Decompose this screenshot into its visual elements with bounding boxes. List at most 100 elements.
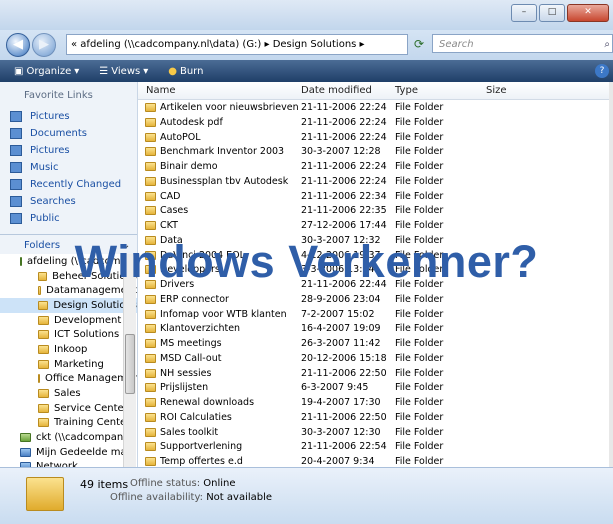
table-row[interactable]: Supportverlening 21-11-2006 22:54 File Fol… (138, 439, 613, 454)
offline-status-label: Offline status: (130, 478, 201, 489)
column-date-modified[interactable]: Date modified (301, 85, 372, 96)
folder-icon (145, 427, 156, 437)
details-pane: 49 items Offline status: Online Offline … (0, 467, 613, 524)
file-date: 21-11-2006 22:35 (301, 205, 387, 217)
table-row[interactable]: Klantoverzichten 16-4-2007 19:09 File Fold… (138, 321, 613, 336)
favorite-link[interactable]: Pictures (6, 108, 121, 125)
back-button[interactable]: ◀ (6, 33, 30, 57)
favorite-link[interactable]: Music (6, 159, 121, 176)
organize-icon: ▣ (14, 65, 24, 77)
table-row[interactable]: ROI Calculaties 21-11-2006 22:50 File Fold… (138, 410, 613, 425)
folder-icon (145, 162, 156, 171)
minimize-button[interactable]: – (511, 4, 537, 22)
table-row[interactable]: MSD Call-out 20-12-2006 15:18 File Folder (138, 351, 613, 366)
close-button[interactable]: ✕ (567, 4, 609, 22)
file-type: File Folder (395, 116, 444, 128)
file-type: File Folder (395, 205, 444, 217)
forward-button[interactable]: ▶ (32, 33, 56, 57)
file-date: 21-11-2006 22:24 (301, 116, 387, 128)
offline-availability-label: Offline availability: (110, 492, 204, 503)
table-row[interactable]: Renewal downloads 19-4-2007 17:30 File Fol… (138, 395, 613, 410)
tree-item[interactable]: Mijn Gedeelde ma (0, 445, 137, 460)
table-row[interactable]: Cases 21-11-2006 22:35 File Folder (138, 203, 613, 218)
table-row[interactable]: ERP connector 28-9-2006 23:04 File Folder (138, 292, 613, 307)
column-size[interactable]: Size (486, 85, 507, 96)
tree-item[interactable]: Network (0, 460, 137, 467)
file-date: 21-11-2006 22:24 (301, 102, 387, 113)
favorite-icon (10, 145, 22, 156)
favorite-link[interactable]: Searches (6, 193, 121, 210)
tree-item[interactable]: Service Center (0, 401, 137, 416)
folder-icon (145, 457, 156, 466)
file-name: Benchmark Inventor 2003 (160, 146, 285, 158)
table-row[interactable]: MS meetings 26-3-2007 11:42 File Folder (138, 336, 613, 351)
tree-item[interactable]: Marketing (0, 357, 137, 372)
network-icon (20, 447, 31, 457)
offline-status: Offline status: Online (130, 478, 236, 489)
scrollbar-thumb[interactable] (125, 334, 135, 394)
table-row[interactable]: Binair demo 21-11-2006 22:24 File Folder (138, 159, 613, 174)
table-row[interactable]: CAD 21-11-2006 22:34 File Folder (138, 189, 613, 204)
folder-icon (145, 412, 156, 422)
table-row[interactable]: Benchmark Inventor 2003 30-3-2007 12:28 Fi… (138, 144, 613, 159)
folder-icon (145, 117, 156, 127)
folder-icon (38, 330, 49, 340)
help-icon[interactable]: ? (595, 64, 609, 78)
file-type: File Folder (395, 293, 444, 305)
favorite-icon (10, 128, 22, 139)
table-row[interactable]: Autodesk pdf 21-11-2006 22:24 File Folder (138, 115, 613, 130)
tree-item[interactable]: Office Management (0, 372, 137, 387)
table-row[interactable]: Artikelen voor nieuwsbrieven 21-11-2006 2… (138, 100, 613, 115)
file-date: 16-4-2007 19:09 (301, 323, 381, 335)
search-input[interactable]: Search ⌕ (432, 34, 613, 53)
file-name: CAD (160, 190, 181, 202)
folder-icon (145, 324, 156, 334)
file-date: 21-11-2006 22:24 (301, 175, 387, 187)
table-row[interactable]: Businessplan tbv Autodesk 21-11-2006 22:2… (138, 174, 613, 189)
views-label: Views (111, 65, 141, 77)
file-date: 26-3-2007 11:42 (301, 338, 381, 349)
folder-icon (145, 132, 156, 142)
favorite-link[interactable]: Pictures (6, 142, 121, 159)
file-date: 19-4-2007 17:30 (301, 397, 381, 408)
views-button[interactable]: ☰ Views ▾ (93, 66, 154, 77)
column-headers: Name Date modified Type Size (138, 82, 613, 100)
folder-icon (38, 315, 49, 325)
column-type[interactable]: Type (395, 85, 418, 96)
file-date: 21-11-2006 22:50 (301, 367, 387, 379)
tree-item[interactable]: Training Center (0, 416, 137, 431)
file-type: File Folder (395, 131, 444, 143)
tree-item-label: Marketing (54, 358, 104, 370)
tree-item[interactable]: ICT Solutions (0, 327, 137, 342)
favorite-label: Recently Changed (30, 179, 122, 190)
folder-icon (145, 368, 156, 378)
table-row[interactable]: Sales toolkit 30-3-2007 12:30 File Folder (138, 425, 613, 440)
table-row[interactable]: Temp offertes e.d 20-4-2007 9:34 File Fold… (138, 454, 613, 467)
file-name: Sales toolkit (160, 426, 219, 438)
folder-icon (38, 389, 49, 399)
favorite-link[interactable]: Recently Changed (6, 176, 121, 193)
burn-label: Burn (179, 65, 204, 77)
tree-item[interactable]: Inkoop (0, 342, 137, 357)
table-row[interactable]: CKT 27-12-2006 17:44 File Folder (138, 218, 613, 233)
address-bar[interactable]: « afdeling (\\cadcompany.nl\data) (G:) ▸… (66, 34, 408, 55)
tree-item[interactable]: ckt (\\cadcompany (0, 430, 137, 445)
favorite-label: Searches (30, 196, 76, 207)
table-row[interactable]: NH sessies 21-11-2006 22:50 File Folder (138, 366, 613, 381)
burn-button[interactable]: ● Burn (162, 66, 209, 77)
column-name[interactable]: Name (146, 85, 176, 96)
search-icon[interactable]: ⌕ (604, 35, 610, 54)
table-row[interactable]: Infomap voor WTB klanten 7-2-2007 15:02 Fi… (138, 307, 613, 322)
tree-item[interactable]: Design Solutions (0, 298, 137, 313)
table-row[interactable]: AutoPOL 21-11-2006 22:24 File Folder (138, 130, 613, 145)
favorite-link[interactable]: Documents (6, 125, 121, 142)
table-row[interactable]: Prijslijsten 6-3-2007 9:45 File Folder (138, 380, 613, 395)
tree-item[interactable]: Development (0, 313, 137, 328)
tree-item[interactable]: Sales (0, 386, 137, 401)
organize-button[interactable]: ▣ Organize ▾ (8, 66, 85, 77)
folder-icon (145, 191, 156, 201)
maximize-button[interactable]: □ (539, 4, 565, 22)
refresh-icon[interactable]: ⟳ (410, 35, 428, 53)
favorite-link[interactable]: Public (6, 210, 121, 227)
file-type: File Folder (395, 102, 444, 113)
